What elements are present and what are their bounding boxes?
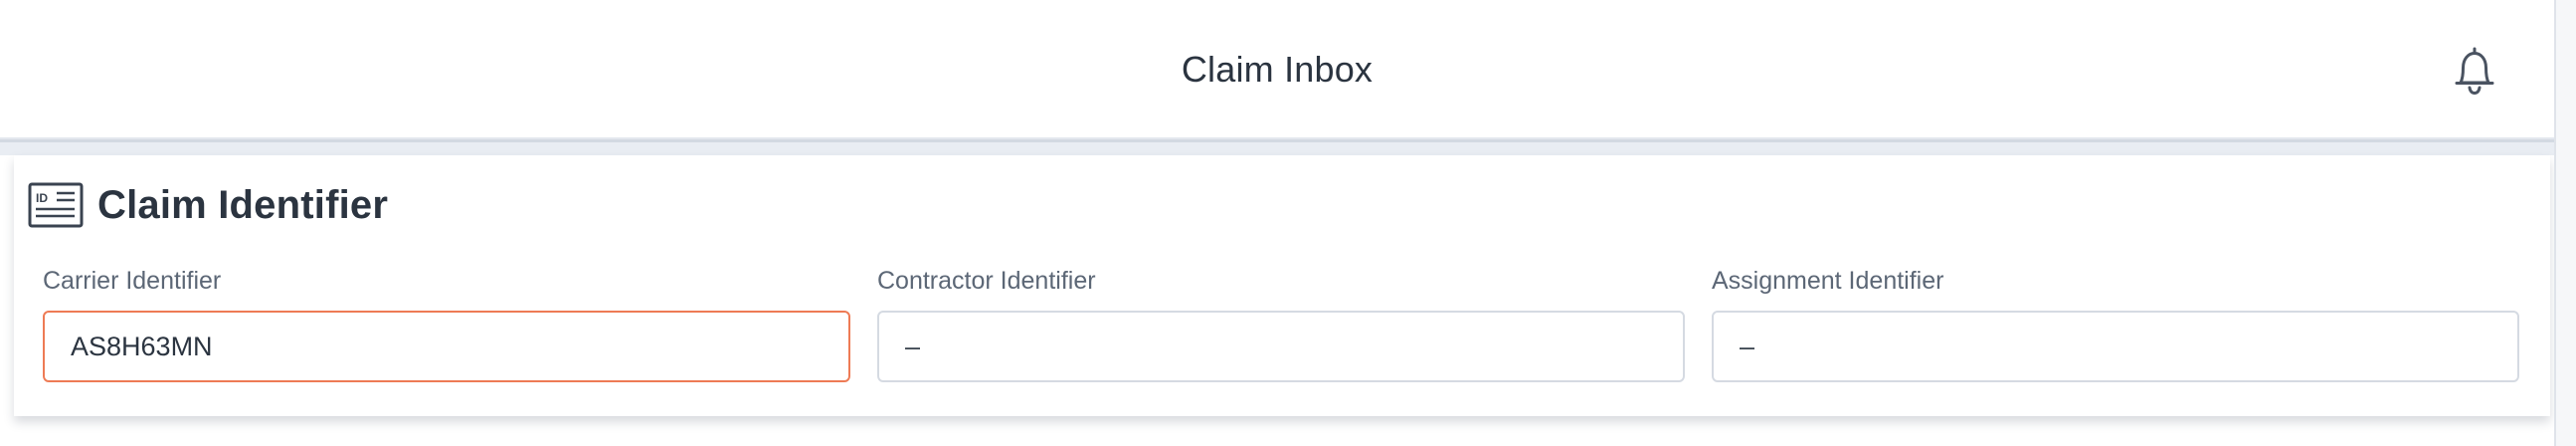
top-header: Claim Inbox <box>0 0 2554 139</box>
claim-identifier-card: ID Claim Identifier Carrier Identifier C… <box>14 155 2550 416</box>
carrier-identifier-input[interactable] <box>43 311 850 382</box>
page-title: Claim Inbox <box>1181 49 1374 90</box>
contractor-identifier-field: Contractor Identifier <box>877 265 1685 382</box>
assignment-identifier-label: Assignment Identifier <box>1712 267 1944 295</box>
header-divider-line <box>0 139 2554 142</box>
assignment-identifier-input[interactable] <box>1712 311 2519 382</box>
carrier-identifier-label: Carrier Identifier <box>43 267 222 295</box>
id-card-icon: ID <box>28 182 84 228</box>
assignment-identifier-field: Assignment Identifier <box>1712 265 2519 382</box>
app-window: Claim Inbox ID Claim Identifier Carrier … <box>0 0 2554 446</box>
svg-text:ID: ID <box>36 191 48 205</box>
card-header: ID Claim Identifier <box>28 177 388 233</box>
carrier-identifier-field: Carrier Identifier <box>43 265 850 382</box>
contractor-identifier-input[interactable] <box>877 311 1685 382</box>
window-edge <box>2554 0 2576 446</box>
section-title: Claim Identifier <box>97 183 389 227</box>
contractor-identifier-label: Contractor Identifier <box>877 267 1096 295</box>
bell-icon[interactable] <box>2450 44 2499 96</box>
